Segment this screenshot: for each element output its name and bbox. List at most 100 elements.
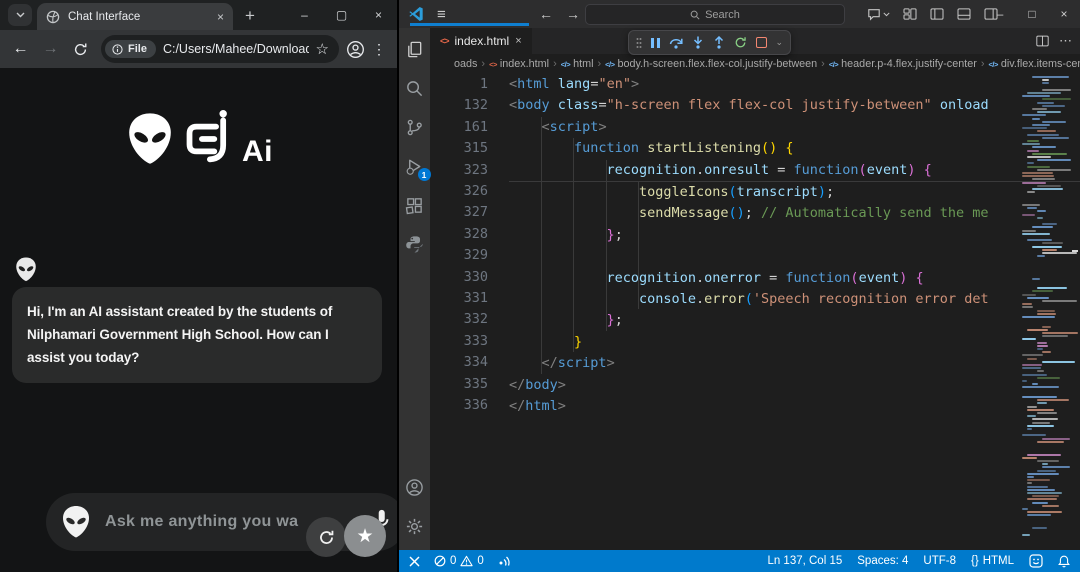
code-line[interactable]: recognition.onresult = function(event) { [509,160,1080,181]
broadcast-icon[interactable] [496,555,510,568]
nav-forward-icon[interactable]: → [566,6,580,22]
browser-tab[interactable]: Chat Interface × [37,3,233,30]
feedback-smiley-icon[interactable] [1029,554,1043,568]
account-icon[interactable] [403,475,427,499]
encoding[interactable]: UTF-8 [923,555,956,567]
breadcrumb-item[interactable]: </>div.flex.items-center [988,58,1080,70]
refresh-button[interactable] [306,517,346,557]
file-scheme-chip[interactable]: File [105,40,156,58]
pause-button[interactable] [651,38,660,48]
browser-menu-icon[interactable]: ⋮ [368,41,390,58]
code-content[interactable]: <html lang="en"><body class="h-screen fl… [503,74,1080,550]
step-over-icon[interactable] [669,36,683,49]
address-bar[interactable]: File C:/Users/Mahee/Downloads... ☆ [101,35,339,63]
code-line[interactable]: </html> [509,396,1080,417]
close-button[interactable]: × [360,0,397,30]
code-line[interactable]: function startListening() { [509,138,1080,159]
line-number: 336 [430,395,488,416]
browser-window: Chat Interface × + – ▢ × ← → File C:/Use… [0,0,397,572]
extensions-icon[interactable] [403,193,427,217]
html-file-icon: <> [489,60,497,69]
drag-grip-icon[interactable] [636,37,642,49]
code-line[interactable]: }; [509,310,1080,331]
code-line[interactable] [509,246,1080,267]
search-icon[interactable] [403,76,427,100]
line-number: 330 [430,267,488,288]
breadcrumb-item[interactable]: </>body.h-screen.flex.flex-col.justify-b… [605,58,817,70]
settings-gear-icon[interactable] [403,514,427,538]
debug-toolbar: ⌄ [628,30,791,55]
url-text[interactable]: C:/Users/Mahee/Downloads... [163,42,309,56]
split-editor-icon[interactable] [1036,35,1049,47]
remote-indicator[interactable] [409,556,420,567]
minimap-line [1037,169,1071,171]
maximize-button[interactable]: ▢ [323,0,360,30]
code-editor[interactable]: 1132161315323326327328329330331332333334… [430,74,1080,550]
python-icon[interactable] [403,232,427,256]
explorer-icon[interactable] [403,37,427,61]
breadcrumb-item[interactable]: oads [454,58,477,70]
star-button[interactable]: ★ [344,515,386,557]
cursor-position[interactable]: Ln 137, Col 15 [767,555,842,567]
overview-ruler[interactable] [1070,74,1080,550]
new-tab-button[interactable]: + [245,7,255,24]
step-out-icon[interactable] [713,36,725,49]
code-line[interactable]: console.error('Speech recognition error … [509,289,1080,310]
code-line[interactable]: <html lang="en"> [509,74,1080,95]
titlebar-layout-icons [867,8,998,21]
minimap-line [1037,470,1056,472]
profile-avatar-icon[interactable] [346,40,365,59]
symbol-element-icon: </> [605,60,614,69]
minimap[interactable] [1020,74,1070,544]
code-line[interactable]: </body> [509,375,1080,396]
minimap-line [1042,82,1049,84]
code-line[interactable]: recognition.onerror = function(event) { [509,268,1080,289]
reload-button[interactable] [67,36,94,63]
tab-close-icon[interactable]: × [515,35,521,47]
back-button[interactable]: ← [7,36,34,63]
minimap-line [1022,380,1027,382]
minimap-line [1027,482,1032,484]
tab-index-html[interactable]: <> index.html × [430,28,532,54]
code-line[interactable]: }; [509,225,1080,246]
minimap-line [1027,476,1034,478]
run-debug-icon[interactable]: 1 [403,154,427,178]
menu-hamburger-icon[interactable]: ≡ [437,6,446,23]
language-mode[interactable]: {} HTML [971,555,1014,567]
code-line[interactable]: toggleIcons(transcript); [509,181,1080,203]
indentation[interactable]: Spaces: 4 [857,555,908,567]
code-line[interactable]: </script> [509,353,1080,374]
minimize-button[interactable]: – [984,0,1016,28]
breadcrumb-item[interactable]: </>html [561,58,594,70]
chat-dropdown-icon[interactable] [867,8,890,21]
customize-layout-icon[interactable] [903,8,917,20]
chevron-down-icon[interactable]: ⌄ [776,37,784,48]
source-control-icon[interactable] [403,115,427,139]
line-number: 328 [430,224,488,245]
notifications-bell-icon[interactable] [1058,555,1070,568]
toggle-sidebar-left-icon[interactable] [930,8,944,20]
nav-back-icon[interactable]: ← [539,6,553,22]
code-line[interactable]: } [509,332,1080,353]
step-into-icon[interactable] [692,36,704,49]
restart-icon[interactable] [734,36,747,49]
tab-search-button[interactable] [8,4,32,26]
close-button[interactable]: × [1048,0,1080,28]
breadcrumb-item[interactable]: </>header.p-4.flex.justify-center [829,58,977,70]
minimize-button[interactable]: – [286,0,323,30]
breadcrumb-item[interactable]: <>index.html [489,58,549,70]
code-line[interactable]: sendMessage(); // Automatically send the… [509,203,1080,224]
forward-button[interactable]: → [37,36,64,63]
minimap-line [1037,111,1061,113]
maximize-button[interactable]: □ [1016,0,1048,28]
stop-icon[interactable] [756,37,767,48]
bookmark-icon[interactable]: ☆ [316,40,329,58]
command-search-box[interactable]: Search [585,4,845,25]
toggle-panel-icon[interactable] [957,8,971,20]
more-actions-icon[interactable]: ⋯ [1059,33,1072,49]
code-line[interactable]: <body class="h-screen flex flex-col just… [509,95,1080,116]
code-line[interactable]: <script> [509,117,1080,138]
tab-close-icon[interactable]: × [217,11,224,23]
problems-indicator[interactable]: 0 0 [434,555,484,567]
minimap-line [1022,114,1046,116]
